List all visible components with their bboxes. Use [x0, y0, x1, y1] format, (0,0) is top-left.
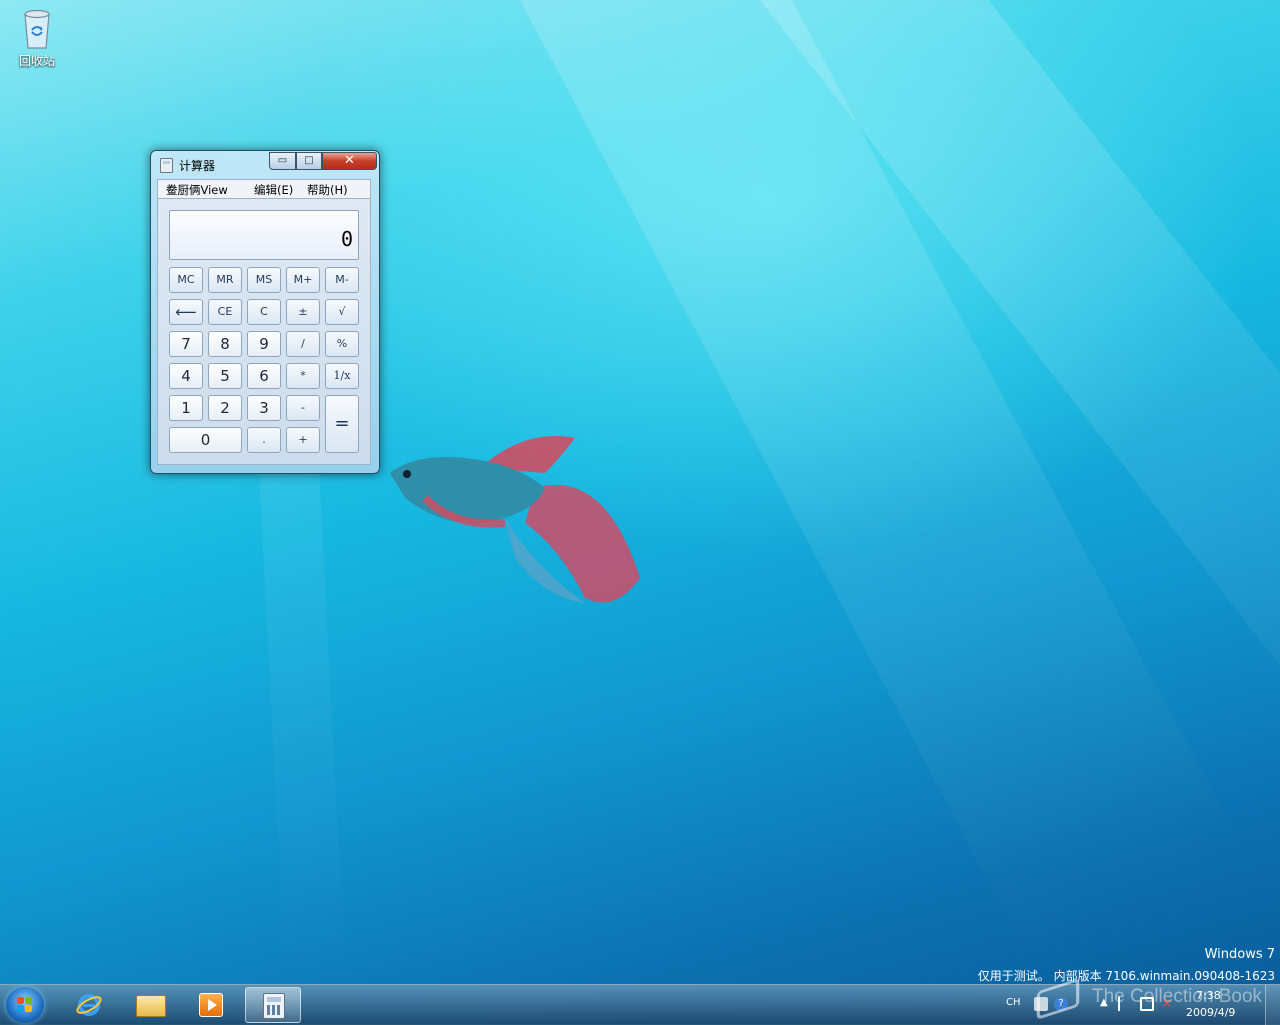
digit-9-button[interactable]: 9: [247, 331, 281, 357]
explorer-folder-icon: [136, 995, 166, 1017]
multiply-button[interactable]: *: [286, 363, 320, 389]
calculator-app-icon: [160, 158, 173, 173]
subtract-button[interactable]: -: [286, 395, 320, 421]
digit-8-button[interactable]: 8: [208, 331, 242, 357]
digit-2-button[interactable]: 2: [208, 395, 242, 421]
recycle-bin-icon: [24, 9, 50, 49]
desktop-icon-recycle-bin[interactable]: 回收站: [12, 6, 62, 69]
minimize-icon: ▭: [277, 155, 288, 166]
windows-flag-icon: [17, 997, 33, 1013]
square-root-button[interactable]: √: [325, 299, 359, 325]
close-button[interactable]: ✕: [322, 152, 377, 170]
calculator-body: 0 MC MR MS M+ M- ⟵ CE C ± √ 7 8 9 / % 4 …: [157, 199, 371, 465]
decimal-button[interactable]: .: [247, 427, 281, 453]
digit-1-button[interactable]: 1: [169, 395, 203, 421]
maximize-icon: □: [304, 155, 314, 166]
memory-add-button[interactable]: M+: [286, 267, 320, 293]
memory-clear-button[interactable]: MC: [169, 267, 203, 293]
digit-0-button[interactable]: 0: [169, 427, 242, 453]
internet-explorer-icon: [76, 994, 102, 1016]
memory-recall-button[interactable]: MR: [208, 267, 242, 293]
equals-button[interactable]: =: [325, 395, 359, 453]
calculator-icon: [263, 993, 285, 1019]
digit-7-button[interactable]: 7: [169, 331, 203, 357]
percent-button[interactable]: %: [325, 331, 359, 357]
menu-bar: 鲞厨俩View 编辑(E) 帮助(H): [157, 179, 371, 199]
os-name-watermark: Windows 7: [1204, 947, 1275, 962]
calculator-window[interactable]: 计算器 ▭ □ ✕ 鲞厨俩View 编辑(E) 帮助(H) 0 MC MR MS…: [150, 150, 380, 474]
menu-view[interactable]: 鲞厨俩View: [166, 182, 228, 198]
reciprocal-button[interactable]: 1/x: [325, 363, 359, 389]
language-indicator[interactable]: CH: [1006, 997, 1021, 1008]
backspace-button[interactable]: ⟵: [169, 299, 203, 325]
display-value: 0: [340, 227, 353, 251]
start-button[interactable]: [6, 987, 44, 1023]
title-bar[interactable]: 计算器 ▭ □ ✕: [151, 151, 379, 177]
taskbar-media-player[interactable]: [183, 987, 239, 1023]
result-display: 0: [169, 210, 359, 260]
digit-4-button[interactable]: 4: [169, 363, 203, 389]
maximize-button[interactable]: □: [296, 152, 322, 170]
close-icon: ✕: [344, 153, 355, 168]
digit-3-button[interactable]: 3: [247, 395, 281, 421]
add-button[interactable]: +: [286, 427, 320, 453]
collection-book-watermark: The Collection Book: [1030, 978, 1270, 1024]
negate-button[interactable]: ±: [286, 299, 320, 325]
taskbar-internet-explorer[interactable]: [60, 987, 116, 1023]
memory-subtract-button[interactable]: M-: [325, 267, 359, 293]
watermark-text: The Collection Book: [1092, 986, 1263, 1007]
window-title: 计算器: [179, 159, 216, 173]
menu-help[interactable]: 帮助(H): [307, 182, 348, 198]
betta-fish-wallpaper: [390, 436, 640, 603]
clear-button[interactable]: C: [247, 299, 281, 325]
taskbar-explorer[interactable]: [122, 987, 178, 1023]
book-logo-icon: [1036, 978, 1080, 1020]
digit-6-button[interactable]: 6: [247, 363, 281, 389]
media-player-icon: [199, 993, 223, 1017]
clear-entry-button[interactable]: CE: [208, 299, 242, 325]
taskbar-calculator[interactable]: [245, 987, 301, 1023]
recycle-bin-label: 回收站: [18, 54, 55, 68]
minimize-button[interactable]: ▭: [269, 152, 296, 170]
memory-store-button[interactable]: MS: [247, 267, 281, 293]
digit-5-button[interactable]: 5: [208, 363, 242, 389]
divide-button[interactable]: /: [286, 331, 320, 357]
menu-edit[interactable]: 编辑(E): [254, 182, 293, 198]
